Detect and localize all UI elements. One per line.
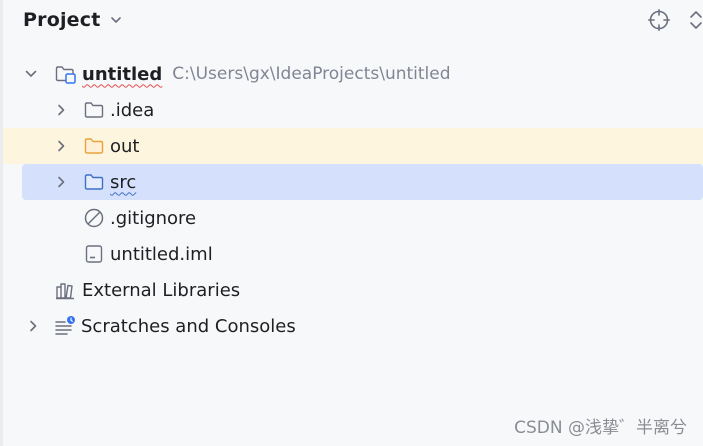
tree-node-label: out [110, 135, 140, 157]
tree-node-out[interactable]: out [3, 128, 703, 164]
chevron-right-icon[interactable] [53, 174, 69, 190]
tree-node-scratches[interactable]: Scratches and Consoles [3, 308, 703, 344]
header-title: Project [23, 9, 101, 31]
tree-node-label: Scratches and Consoles [81, 315, 296, 337]
tree-node-external-libraries[interactable]: External Libraries [3, 272, 703, 308]
tree-node-idea[interactable]: .idea [3, 92, 703, 128]
locate-target-icon[interactable] [647, 8, 671, 32]
tree-node-label: .idea [110, 99, 155, 121]
tree-node-label: untitled.iml [110, 243, 213, 265]
tree-node-iml[interactable]: untitled.iml [3, 236, 703, 272]
source-folder-icon [83, 171, 105, 193]
tree-node-root-module[interactable]: untitled C:\Users\gx\IdeaProjects\untitl… [3, 56, 703, 92]
tree-node-label: External Libraries [82, 279, 241, 301]
tree-node-src[interactable]: src [22, 164, 703, 200]
tree-node-label: .gitignore [110, 207, 197, 229]
module-file-icon [83, 243, 105, 265]
excluded-folder-icon [83, 135, 105, 157]
root-module-label: untitled [82, 63, 163, 85]
ignore-file-icon [83, 207, 105, 229]
tree-node-label: src [110, 171, 137, 193]
project-tool-window-header: Project [3, 0, 703, 40]
chevron-right-icon[interactable] [53, 138, 69, 154]
folder-icon [83, 99, 105, 121]
project-view-selector[interactable]: Project [23, 6, 123, 34]
chevron-right-icon[interactable] [53, 102, 69, 118]
root-module-path: C:\Users\gx\IdeaProjects\untitled [172, 64, 451, 84]
tree-node-gitignore[interactable]: .gitignore [3, 200, 703, 236]
chevron-down-icon [109, 13, 123, 27]
chevron-down-icon[interactable] [23, 66, 39, 82]
watermark: CSDN @浅挚゛半离兮 [514, 418, 687, 438]
libraries-icon [54, 279, 76, 301]
expand-collapse-icon[interactable] [689, 8, 703, 32]
scratches-icon [54, 315, 76, 337]
chevron-right-icon[interactable] [25, 318, 41, 334]
module-folder-icon [54, 63, 76, 85]
